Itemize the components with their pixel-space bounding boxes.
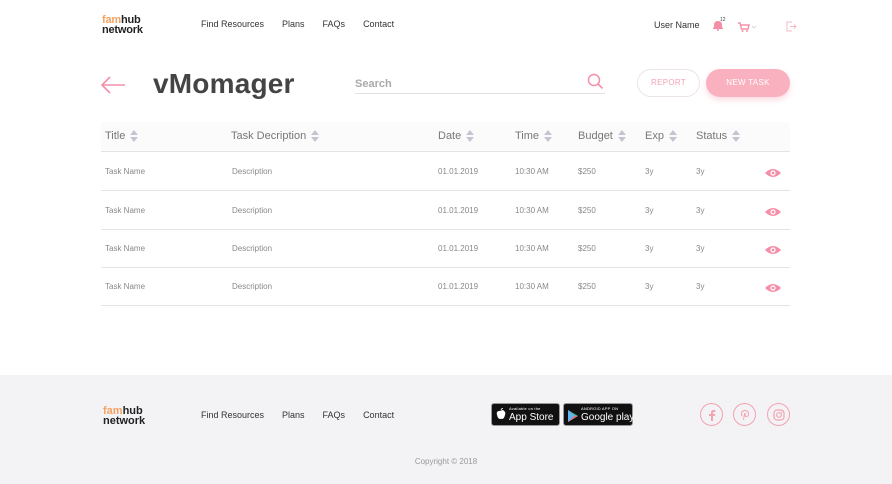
cell-description: Description (232, 282, 273, 291)
cell-exp: 3y (645, 244, 654, 253)
column-label: Task Decription (231, 130, 307, 142)
cell-title: Task Name (105, 206, 146, 215)
logo-network-text: network (103, 415, 146, 427)
cell-status: 3y (696, 206, 705, 215)
cell-description: Description (232, 244, 273, 253)
report-button[interactable]: REPORT (637, 69, 700, 97)
google-play-badge[interactable]: ANDROID APP ON Google play (563, 403, 635, 427)
column-header-date[interactable]: Date (438, 130, 475, 142)
sort-icon[interactable] (617, 130, 626, 142)
user-name[interactable]: User Name (654, 20, 700, 30)
notification-count-badge: 12 (720, 17, 726, 23)
table-row: Task Name Description 01.01.2019 10:30 A… (101, 192, 790, 230)
pinterest-icon[interactable] (733, 403, 756, 426)
cell-budget: $250 (578, 244, 596, 253)
sort-icon[interactable] (544, 130, 553, 142)
table-row: Task Name Description 01.01.2019 10:30 A… (101, 230, 790, 268)
cell-budget: $250 (578, 167, 596, 176)
column-label: Time (515, 130, 540, 142)
cell-title: Task Name (105, 282, 146, 291)
logo-network-text: network (102, 24, 143, 36)
apple-icon (496, 407, 506, 426)
eye-icon[interactable] (764, 243, 782, 261)
top-nav: Find Resources Plans FAQs Contact (201, 19, 394, 29)
cell-description: Description (232, 206, 273, 215)
column-header-exp[interactable]: Exp (645, 130, 677, 142)
google-play-big-text: Google play (581, 412, 635, 423)
sort-icon[interactable] (311, 130, 320, 142)
logout-icon[interactable] (786, 19, 797, 37)
sort-icon[interactable] (130, 130, 139, 142)
cell-status: 3y (696, 282, 705, 291)
cell-title: Task Name (105, 244, 146, 253)
footer-nav: Find Resources Plans FAQs Contact (201, 410, 394, 420)
instagram-icon[interactable] (767, 403, 790, 426)
nav-contact[interactable]: Contact (363, 19, 394, 29)
logo[interactable]: famhub network (102, 15, 150, 36)
cell-exp: 3y (645, 167, 654, 176)
sort-icon[interactable] (466, 130, 475, 142)
search-bar (355, 72, 605, 94)
column-header-budget[interactable]: Budget (578, 130, 626, 142)
cell-description: Description (232, 167, 273, 176)
new-task-button[interactable]: NEW TASK (706, 69, 790, 97)
search-icon[interactable] (587, 73, 604, 95)
sort-icon[interactable] (732, 130, 741, 142)
cart-icon[interactable] (738, 19, 758, 37)
cell-date: 01.01.2019 (438, 206, 479, 215)
app-store-badge[interactable]: Available on the App Store (491, 403, 560, 426)
column-label: Status (696, 130, 728, 142)
cell-budget: $250 (578, 282, 596, 291)
site-footer: famhub network Find Resources Plans FAQs… (0, 375, 892, 484)
footer-nav-find-resources[interactable]: Find Resources (201, 410, 264, 420)
cell-status: 3y (696, 167, 705, 176)
table-row: Task Name Description 01.01.2019 10:30 A… (101, 268, 790, 306)
cell-date: 01.01.2019 (438, 282, 479, 291)
footer-nav-contact[interactable]: Contact (363, 410, 394, 420)
cell-time: 10:30 AM (515, 206, 549, 215)
column-label: Exp (645, 130, 664, 142)
cell-time: 10:30 AM (515, 167, 549, 176)
cell-exp: 3y (645, 206, 654, 215)
column-header-title[interactable]: Title (105, 130, 139, 142)
app-store-small-text: Available on the (509, 406, 541, 411)
site-header: famhub network Find Resources Plans FAQs… (0, 0, 892, 50)
page-title: vMomager (153, 68, 295, 99)
facebook-icon[interactable] (700, 403, 723, 426)
cell-date: 01.01.2019 (438, 244, 479, 253)
copyright-text: Copyright © 2018 (414, 457, 478, 466)
eye-icon[interactable] (764, 166, 782, 184)
nav-find-resources[interactable]: Find Resources (201, 19, 264, 29)
footer-nav-plans[interactable]: Plans (282, 410, 305, 420)
cell-date: 01.01.2019 (438, 167, 479, 176)
cell-status: 3y (696, 244, 705, 253)
cell-title: Task Name (105, 167, 146, 176)
cell-time: 10:30 AM (515, 282, 549, 291)
column-label: Date (438, 130, 462, 142)
cell-exp: 3y (645, 282, 654, 291)
nav-plans[interactable]: Plans (282, 19, 305, 29)
column-header-time[interactable]: Time (515, 130, 553, 142)
google-play-icon (568, 409, 578, 427)
column-header-status[interactable]: Status (696, 130, 741, 142)
eye-icon[interactable] (764, 205, 782, 223)
table-header: Title Task Decription Date Time Budget E… (101, 122, 790, 152)
footer-logo[interactable]: famhub network (103, 406, 151, 427)
search-input[interactable] (355, 78, 575, 90)
page: famhub network Find Resources Plans FAQs… (0, 0, 892, 484)
column-header-description[interactable]: Task Decription (231, 130, 320, 142)
back-arrow-icon[interactable] (100, 74, 126, 96)
cell-budget: $250 (578, 206, 596, 215)
google-play-small-text: ANDROID APP ON (581, 406, 619, 411)
column-label: Title (105, 130, 126, 142)
sort-icon[interactable] (668, 130, 677, 142)
eye-icon[interactable] (764, 281, 782, 299)
footer-nav-faqs[interactable]: FAQs (323, 410, 346, 420)
table-row: Task Name Description 01.01.2019 10:30 A… (101, 153, 790, 191)
app-store-big-text: App Store (509, 412, 554, 423)
column-label: Budget (578, 130, 613, 142)
cell-time: 10:30 AM (515, 244, 549, 253)
nav-faqs[interactable]: FAQs (323, 19, 346, 29)
